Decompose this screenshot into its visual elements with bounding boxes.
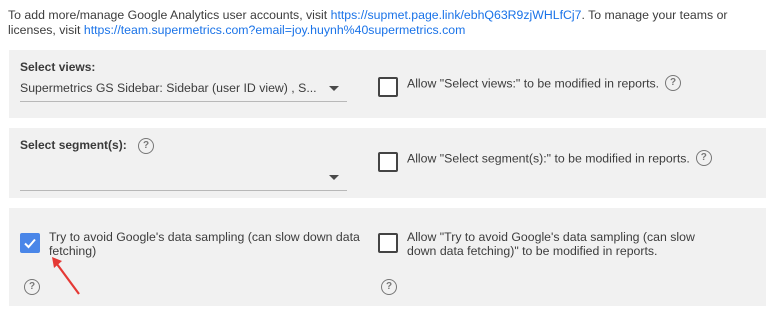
allow-segments-label: Allow "Select segment(s):" to be modifie… [407, 151, 690, 166]
intro-text-part1: To add more/manage Google Analytics user… [8, 8, 331, 22]
help-icon[interactable]: ? [138, 138, 154, 154]
help-icon[interactable]: ? [381, 279, 397, 295]
allow-segments-checkbox[interactable] [378, 152, 398, 172]
sampling-label: Try to avoid Google's data sampling (can… [49, 230, 360, 258]
views-label: Select views: [20, 60, 96, 74]
chevron-down-icon [329, 86, 339, 91]
allow-views-label: Allow "Select views:" to be modified in … [407, 76, 660, 91]
segments-select[interactable] [20, 166, 347, 191]
sampling-panel: Try to avoid Google's data sampling (can… [9, 208, 766, 306]
chevron-down-icon [329, 175, 339, 180]
views-panel: Select views: Supermetrics GS Sidebar: S… [9, 50, 766, 118]
allow-views-checkbox[interactable] [378, 77, 398, 97]
help-icon[interactable]: ? [695, 150, 712, 166]
segments-label: Select segment(s): [20, 138, 127, 152]
allow-views-row: Allow "Select views:" to be modified in … [407, 75, 757, 92]
segments-label-text: Select segment(s): [20, 138, 127, 152]
views-select[interactable]: Supermetrics GS Sidebar: Sidebar (user I… [20, 77, 347, 102]
sampling-checkbox[interactable] [20, 233, 40, 253]
help-icon[interactable]: ? [665, 75, 682, 91]
allow-segments-row: Allow "Select segment(s):" to be modifie… [407, 150, 762, 167]
team-link[interactable]: https://team.supermetrics.com?email=joy.… [84, 23, 465, 37]
red-arrow-icon [52, 257, 80, 295]
views-select-value: Supermetrics GS Sidebar: Sidebar (user I… [20, 81, 317, 95]
intro-text: To add more/manage Google Analytics user… [8, 8, 764, 38]
help-icon[interactable]: ? [24, 279, 40, 295]
allow-sampling-checkbox[interactable] [378, 233, 398, 253]
segments-panel: Select segment(s): ? Allow "Select segme… [9, 128, 766, 198]
allow-sampling-label: Allow "Try to avoid Google's data sampli… [407, 230, 695, 258]
checkmark-icon [24, 238, 36, 249]
manage-accounts-link[interactable]: https://supmet.page.link/ebhQ63R9zjWHLfC… [331, 8, 582, 22]
